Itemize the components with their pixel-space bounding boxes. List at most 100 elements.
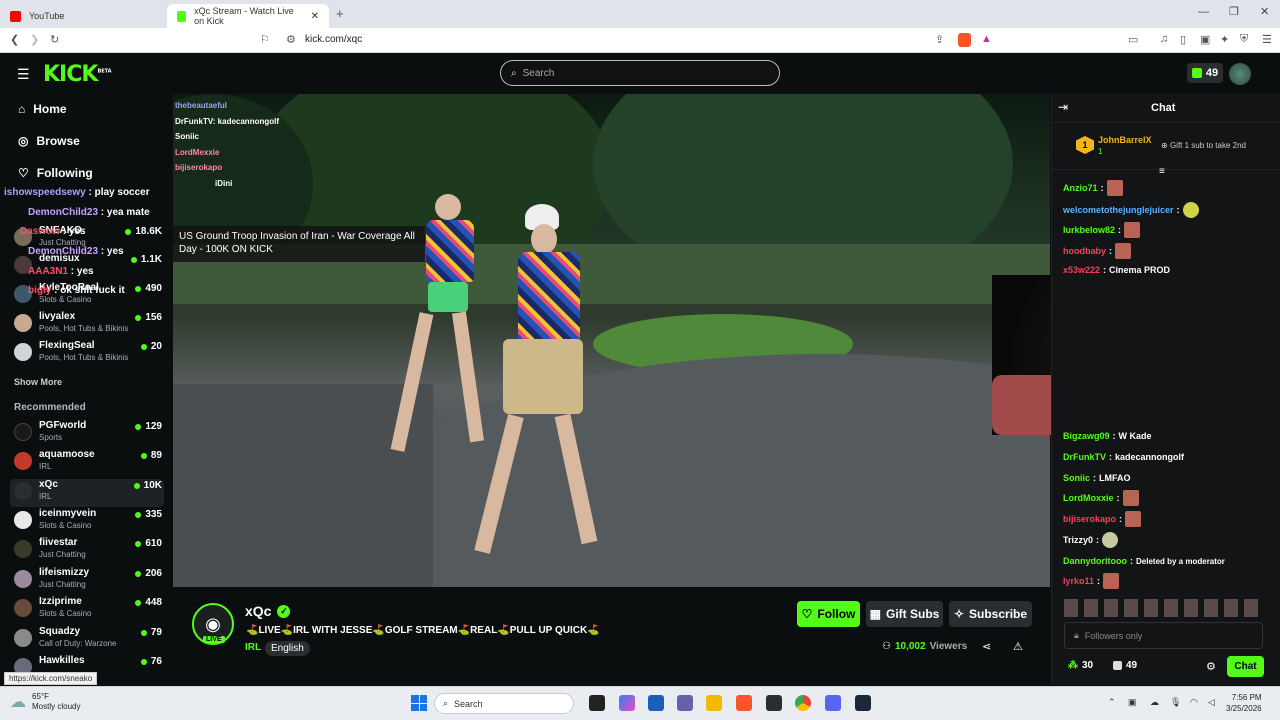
- channel-points[interactable]: ⁂ 30: [1068, 660, 1093, 671]
- vpn-icon[interactable]: ⛨: [1240, 33, 1248, 46]
- rewards-icon[interactable]: ▲: [981, 33, 992, 45]
- chat-settings-icon[interactable]: ⚙: [1206, 660, 1216, 673]
- verified-icon: ✓: [277, 604, 291, 618]
- sidebar-channel-fiivestar[interactable]: fiivestar Just Chatting 610: [14, 537, 164, 565]
- category-link[interactable]: IRL: [245, 642, 261, 653]
- sidebar-channel-xqc[interactable]: xQc IRL 10K: [10, 479, 164, 507]
- teams-icon[interactable]: [677, 695, 693, 711]
- channel-name: PGFworld: [39, 420, 87, 431]
- share-icon[interactable]: ⇪: [935, 33, 944, 46]
- gift-subs-button[interactable]: ▦ Gift Subs: [866, 601, 943, 627]
- kick-app-icon[interactable]: [766, 695, 782, 711]
- video-player[interactable]: thebeautaeful DrFunkTV: kadecannongolf S…: [173, 94, 1050, 587]
- wallet-icon[interactable]: ▣: [1200, 33, 1210, 46]
- taskbar-search[interactable]: ⌕ Search: [434, 693, 574, 714]
- forward-icon[interactable]: ❯: [30, 33, 39, 46]
- discord-icon[interactable]: [825, 695, 841, 711]
- file-explorer-icon[interactable]: [706, 695, 722, 711]
- wifi-icon[interactable]: ◠: [1190, 697, 1198, 708]
- emote-bar[interactable]: [1064, 599, 1264, 617]
- menu-icon[interactable]: ☰: [1262, 33, 1272, 46]
- overlay-chat-line: DemonChild23 : yes: [28, 246, 124, 257]
- streamer-name[interactable]: xQc: [245, 603, 271, 619]
- user-avatar[interactable]: [1229, 63, 1251, 85]
- send-chat-button[interactable]: Chat: [1227, 656, 1264, 677]
- show-more-link[interactable]: Show More: [14, 377, 62, 387]
- back-icon[interactable]: ❮: [10, 33, 19, 46]
- site-info-icon[interactable]: ⚙: [286, 33, 296, 46]
- maximize-icon[interactable]: ❐: [1229, 5, 1239, 18]
- kicks-button[interactable]: 49: [1187, 63, 1223, 83]
- windows-start-icon[interactable]: [411, 695, 427, 711]
- chat-message: Dannydoritooo: Deleted by a moderator: [1063, 556, 1225, 566]
- copilot-icon[interactable]: [619, 695, 635, 711]
- music-icon[interactable]: ♫: [1160, 33, 1168, 45]
- sidebar-channel-aquamoose[interactable]: aquamoose IRL 89: [14, 449, 164, 477]
- steam-icon[interactable]: [855, 695, 871, 711]
- emote-icon: [1125, 511, 1142, 527]
- nav-following[interactable]: ♡ Following: [18, 166, 93, 180]
- window-close-icon[interactable]: ✕: [1260, 5, 1269, 18]
- emote-icon: [1102, 532, 1119, 548]
- channel-name: Izziprime: [39, 596, 82, 607]
- search-input[interactable]: ⌕ Search: [500, 60, 780, 86]
- channel-name: FlexingSeal: [39, 340, 95, 351]
- cloud-sync-icon[interactable]: ☁: [1150, 697, 1159, 708]
- sidebar-channel-lifeismizzy[interactable]: lifeismizzy Just Chatting 206: [14, 567, 164, 595]
- leo-icon[interactable]: ✦: [1220, 33, 1229, 46]
- bookmark-icon[interactable]: ⚐: [260, 33, 270, 46]
- follow-button[interactable]: ♡ Follow: [797, 601, 860, 627]
- sidebar-channel-izziprime[interactable]: Izziprime Slots & Casino 448: [14, 596, 164, 624]
- chat-input[interactable]: 🔒︎ Followers only: [1064, 622, 1263, 649]
- sidebar-toggle-icon[interactable]: ▭: [1128, 33, 1138, 46]
- url-field[interactable]: kick.com/xqc: [305, 34, 362, 45]
- subscribe-button[interactable]: ✧ Subscribe: [949, 601, 1032, 627]
- minimize-icon[interactable]: —: [1198, 6, 1209, 18]
- kicks-balance[interactable]: 49: [1113, 660, 1137, 671]
- clock[interactable]: 7:56 PM 3/25/2026: [1226, 692, 1262, 714]
- gift-leaderboard[interactable]: 1 JohnBarrelX 1 ⊕ Gift 1 sub to take 2nd: [1051, 122, 1280, 170]
- collapse-chat-icon[interactable]: ⇥: [1058, 100, 1068, 114]
- sidebar-channel-livyalex[interactable]: livyalex Pools, Hot Tubs & Bikinis 156: [14, 311, 164, 339]
- reader-icon[interactable]: ▯: [1180, 33, 1186, 46]
- chrome-icon[interactable]: [795, 695, 811, 711]
- viewer-count: 610: [135, 538, 162, 549]
- store-icon[interactable]: [648, 695, 664, 711]
- brave-shield-icon[interactable]: [958, 33, 971, 47]
- volume-icon[interactable]: ◁: [1208, 697, 1215, 708]
- weather-widget[interactable]: ☁ 65°F Mostly cloudy: [10, 692, 80, 712]
- overlay-chat-line: ishowspeedsewy : play soccer: [4, 187, 150, 198]
- channel-category: IRL: [39, 462, 52, 471]
- stream-title: ⛳LIVE⛳IRL WITH JESSE⛳GOLF STREAM⛳REAL⛳PU…: [246, 625, 600, 636]
- hamburger-menu-icon[interactable]: ☰: [17, 66, 30, 83]
- nav-label: Browse: [36, 134, 80, 148]
- sidebar-channel-iceinmyvein[interactable]: iceinmyvein Slots & Casino 335: [14, 508, 164, 536]
- reload-icon[interactable]: ↻: [50, 33, 59, 46]
- new-tab-icon[interactable]: +: [336, 6, 344, 21]
- task-view-icon[interactable]: [589, 695, 605, 711]
- channel-category: Just Chatting: [39, 550, 86, 559]
- share-icon[interactable]: ⋖: [982, 640, 991, 653]
- tab-label: YouTube: [29, 11, 65, 21]
- avatar: [14, 540, 32, 558]
- kick-logo[interactable]: KICKBETA: [43, 62, 112, 87]
- brave-icon[interactable]: [736, 695, 752, 711]
- avatar: [14, 423, 32, 441]
- tray-expand-icon[interactable]: ⌃: [1108, 697, 1116, 708]
- kick-icon: [177, 10, 187, 22]
- sidebar-channel-pgfworld[interactable]: PGFworld Sports 129: [14, 420, 164, 448]
- sidebar-channel-squadzy[interactable]: Squadzy Call of Duty: Warzone 79: [14, 626, 164, 654]
- tab-kick[interactable]: xQc Stream - Watch Live on Kick ✕: [167, 4, 329, 28]
- close-icon[interactable]: ✕: [311, 11, 319, 22]
- filter-icon[interactable]: ≡: [1159, 166, 1165, 177]
- nav-browse[interactable]: ◎ Browse: [18, 134, 80, 148]
- tray-app-icon[interactable]: ▣: [1128, 697, 1137, 708]
- kicks-icon: [1113, 661, 1122, 670]
- tab-youtube[interactable]: YouTube: [0, 4, 165, 28]
- report-icon[interactable]: ⚠: [1013, 640, 1023, 653]
- emote-icon: [1122, 490, 1139, 506]
- nav-home[interactable]: ⌂ Home: [18, 102, 67, 116]
- microphone-icon[interactable]: 🎙︎: [1170, 697, 1181, 708]
- language-tag[interactable]: English: [265, 641, 310, 656]
- sidebar-channel-flexingseal[interactable]: FlexingSeal Pools, Hot Tubs & Bikinis 20: [14, 340, 164, 368]
